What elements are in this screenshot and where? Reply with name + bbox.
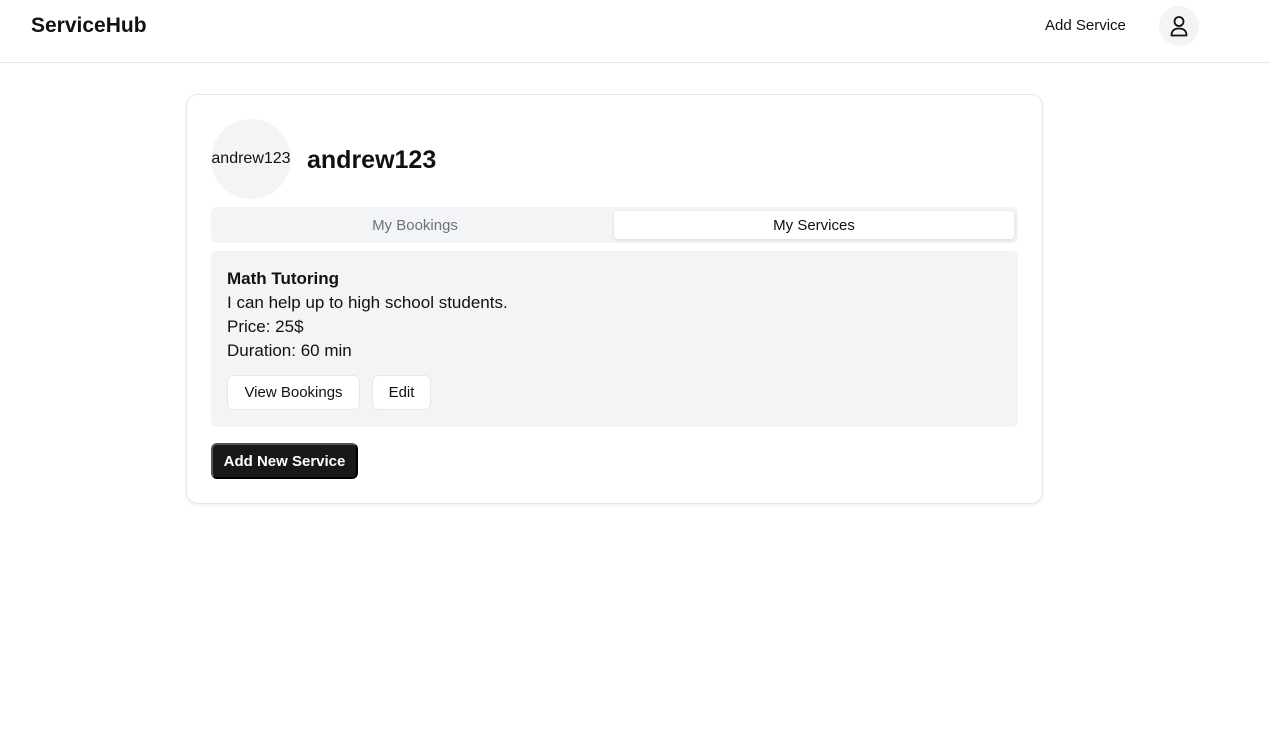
nav-add-service-link[interactable]: Add Service xyxy=(1045,16,1126,36)
service-title: Math Tutoring xyxy=(227,269,340,288)
profile-username: andrew123 xyxy=(307,146,437,174)
service-item: Math Tutoring I can help up to high scho… xyxy=(211,251,1018,427)
add-new-service-button[interactable]: Add New Service xyxy=(211,443,358,479)
service-price: Price: 25$ xyxy=(227,317,304,336)
top-navigation-bar: ServiceHub Add Service xyxy=(0,0,1270,63)
brand-logo[interactable]: ServiceHub xyxy=(31,14,147,38)
tab-my-services[interactable]: My Services xyxy=(614,211,1014,239)
service-duration: Duration: 60 min xyxy=(227,341,352,360)
user-menu-button[interactable] xyxy=(1159,6,1199,46)
profile-tabs: My Bookings My Services xyxy=(211,207,1018,243)
tab-my-bookings[interactable]: My Bookings xyxy=(215,211,615,239)
edit-service-button[interactable]: Edit xyxy=(372,375,431,410)
view-bookings-button[interactable]: View Bookings xyxy=(227,375,360,410)
avatar: andrew123 xyxy=(211,119,291,199)
user-icon xyxy=(1170,16,1188,37)
service-description: I can help up to high school students. xyxy=(227,293,508,312)
profile-card: andrew123 andrew123 My Bookings My Servi… xyxy=(186,94,1043,504)
